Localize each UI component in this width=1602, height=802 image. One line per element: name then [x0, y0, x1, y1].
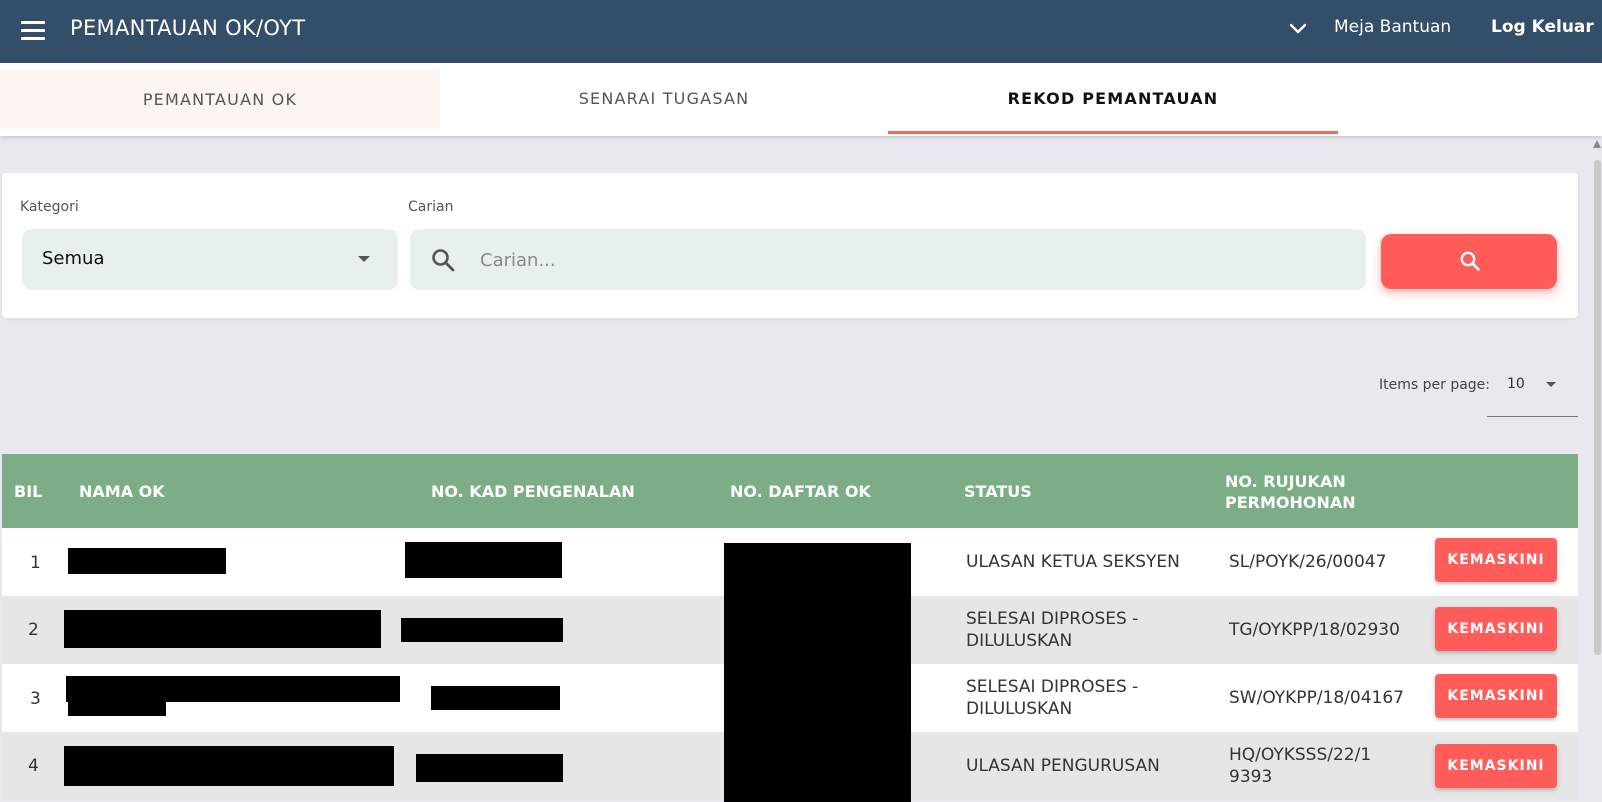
- filter-card: Kategori Semua Carian: [2, 173, 1578, 318]
- search-button[interactable]: [1381, 234, 1557, 289]
- search-icon: [430, 247, 456, 273]
- row-rujukan: HQ/OYKSSS/22/19393: [1229, 745, 1372, 787]
- active-tab-indicator: [888, 131, 1338, 134]
- table-header: BIL NAMA OK NO. KAD PENGENALAN NO. DAFTA…: [2, 454, 1578, 528]
- app-title: PEMANTAUAN OK/OYT: [70, 16, 306, 40]
- redacted-name: [66, 676, 400, 702]
- redacted-name: [64, 610, 381, 648]
- category-selected-value: Semua: [42, 248, 105, 269]
- tab-pemantauan-ok[interactable]: PEMANTAUAN OK: [0, 69, 440, 129]
- row-rujukan: SL/POYK/26/00047: [1229, 552, 1387, 572]
- search-label: Carian: [408, 199, 454, 215]
- records-table: BIL NAMA OK NO. KAD PENGENALAN NO. DAFTA…: [2, 454, 1578, 802]
- redacted-name: [68, 700, 166, 716]
- redacted-id-number: [416, 754, 563, 782]
- category-label: Kategori: [20, 199, 79, 215]
- kemaskini-button[interactable]: KEMASKINI: [1435, 538, 1557, 582]
- kemaskini-button[interactable]: KEMASKINI: [1435, 674, 1557, 718]
- dropdown-caret-icon: [358, 256, 370, 262]
- chevron-down-icon[interactable]: [1285, 17, 1311, 41]
- row-status: ULASAN KETUA SEKSYEN: [966, 552, 1180, 572]
- redacted-id-number: [405, 542, 562, 578]
- header-status: STATUS: [964, 482, 1032, 501]
- header-no-kad-pengenalan: NO. KAD PENGENALAN: [431, 482, 635, 501]
- header-nama-ok: NAMA OK: [79, 482, 165, 501]
- header-no-daftar-ok: NO. DAFTAR OK: [730, 482, 871, 501]
- redacted-id-number: [401, 618, 563, 642]
- redacted-id-number: [431, 686, 560, 710]
- redacted-name: [64, 746, 394, 786]
- row-rujukan: SW/OYKPP/18/04167: [1229, 688, 1404, 708]
- scrollbar-thumb[interactable]: [1594, 160, 1601, 655]
- search-input[interactable]: [478, 239, 1342, 281]
- items-per-page-select[interactable]: 10: [1487, 364, 1578, 417]
- tab-rekod-pemantauan[interactable]: REKOD PEMANTAUAN: [888, 63, 1338, 134]
- help-desk-link[interactable]: Meja Bantuan: [1334, 17, 1451, 37]
- top-app-bar: PEMANTAUAN OK/OYT Meja Bantuan Log Kelua…: [0, 0, 1602, 63]
- redacted-name: [68, 548, 226, 574]
- tab-bar: PEMANTAUAN OK SENARAI TUGASAN REKOD PEMA…: [0, 63, 1602, 136]
- items-per-page-value: 10: [1507, 376, 1525, 392]
- kemaskini-button[interactable]: KEMASKINI: [1435, 744, 1557, 788]
- header-bil: BIL: [14, 482, 43, 501]
- row-bil: 3: [30, 689, 41, 709]
- category-select[interactable]: Semua: [22, 229, 398, 290]
- search-icon: [1460, 251, 1480, 271]
- row-status: SELESAI DIPROSES - DILULUSKAN: [966, 677, 1139, 719]
- row-status: SELESAI DIPROSES - DILULUSKAN: [966, 609, 1139, 651]
- row-bil: 2: [28, 620, 39, 640]
- kemaskini-button[interactable]: KEMASKINI: [1435, 607, 1557, 651]
- items-per-page-label: Items per page:: [1379, 377, 1491, 393]
- scroll-up-arrow-icon[interactable]: [1593, 140, 1601, 148]
- dropdown-caret-icon: [1546, 382, 1556, 387]
- search-field: [410, 229, 1366, 290]
- tab-senarai-tugasan[interactable]: SENARAI TUGASAN: [440, 63, 888, 134]
- row-bil: 1: [30, 553, 41, 573]
- hamburger-menu-icon[interactable]: [20, 19, 46, 41]
- header-no-rujukan-permohonan: NO. RUJUKAN PERMOHONAN: [1225, 472, 1356, 512]
- logout-link[interactable]: Log Keluar: [1491, 17, 1594, 37]
- row-rujukan: TG/OYKPP/18/02930: [1229, 620, 1400, 640]
- row-bil: 4: [28, 756, 39, 776]
- row-status: ULASAN PENGURUSAN: [966, 756, 1160, 776]
- redacted-registration-numbers: [724, 543, 911, 802]
